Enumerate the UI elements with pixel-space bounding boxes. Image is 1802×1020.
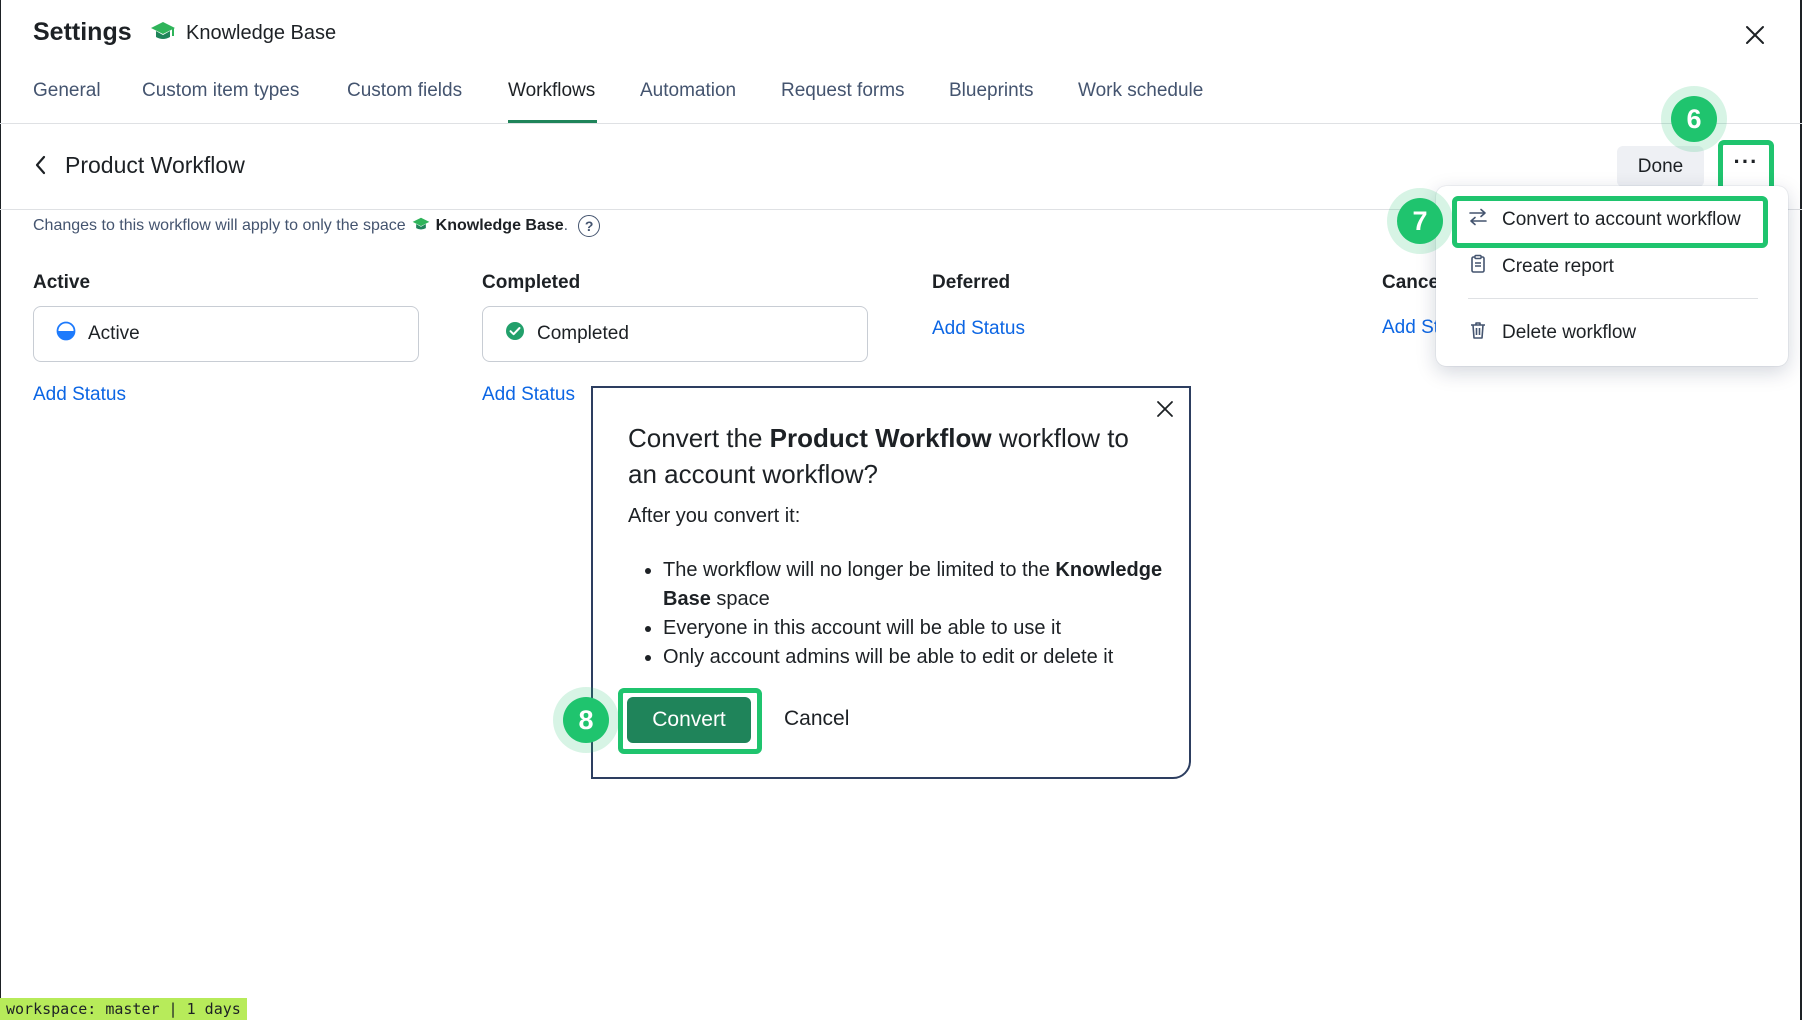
close-icon[interactable] <box>1154 398 1176 420</box>
status-card-active[interactable]: Active <box>33 306 419 362</box>
column-cancelled-clipped: Cance Add St <box>1382 262 1438 342</box>
graduation-cap-icon <box>412 216 430 237</box>
done-button[interactable]: Done <box>1617 146 1704 187</box>
tab-request-forms[interactable]: Request forms <box>781 80 905 102</box>
space-name: Knowledge Base <box>186 22 337 44</box>
tab-bar: General Custom item types Custom fields … <box>0 0 1802 124</box>
menu-divider <box>1468 298 1758 299</box>
step-badge-6: 6 <box>1671 96 1717 142</box>
list-item: The workflow will no longer be limited t… <box>663 556 1163 614</box>
menu-item-label: Create report <box>1502 256 1614 277</box>
chevron-left-icon[interactable] <box>28 150 54 180</box>
step-badge-8: 8 <box>563 697 609 743</box>
tab-automation[interactable]: Automation <box>640 80 736 102</box>
step-badge-7: 7 <box>1397 198 1443 244</box>
tab-custom-item-types[interactable]: Custom item types <box>142 80 299 102</box>
dialog-subtitle: After you convert it: <box>628 505 801 527</box>
column-heading-deferred: Deferred <box>932 272 1011 293</box>
scope-note-prefix: Changes to this workflow will apply to o… <box>33 217 406 234</box>
settings-page: General Custom item types Custom fields … <box>0 0 1802 1020</box>
close-icon[interactable] <box>1740 20 1770 50</box>
status-card-completed[interactable]: Completed <box>482 306 868 362</box>
status-card-label: Active <box>88 323 140 344</box>
trash-icon <box>1468 320 1488 346</box>
add-status-link-active[interactable]: Add Status <box>33 384 126 406</box>
check-circle-icon <box>505 321 525 347</box>
scope-note-space: Knowledge Base <box>435 217 564 234</box>
bullet-text: space <box>710 588 770 610</box>
dialog-consequence-list: The workflow will no longer be limited t… <box>663 556 1163 672</box>
more-options-button[interactable]: ··· <box>1718 140 1774 192</box>
bullet-text: The workflow will no longer be limited t… <box>663 559 1056 581</box>
tab-work-schedule[interactable]: Work schedule <box>1078 80 1203 102</box>
add-status-link-cancelled[interactable]: Add St <box>1382 317 1438 339</box>
scope-note: Changes to this workflow will apply to o… <box>33 215 601 237</box>
menu-item-create-report[interactable]: Create report <box>1468 254 1614 280</box>
column-heading-completed: Completed <box>482 272 581 293</box>
space-chip: Knowledge Base <box>150 20 336 47</box>
workflow-title: Product Workflow <box>65 152 245 178</box>
page-title: Settings <box>33 18 132 46</box>
half-circle-icon <box>56 321 76 347</box>
tab-blueprints[interactable]: Blueprints <box>949 80 1034 102</box>
more-options-label: ··· <box>1733 149 1759 174</box>
tab-general[interactable]: General <box>33 80 101 102</box>
dialog-title-workflow: Product Workflow <box>769 423 992 453</box>
clipboard-icon <box>1468 254 1488 280</box>
workspace-status-bar: workspace: master | 1 days <box>0 998 247 1020</box>
add-status-link-completed[interactable]: Add Status <box>482 384 575 406</box>
menu-item-label: Delete workflow <box>1502 322 1637 343</box>
scope-note-suffix: . <box>563 217 569 234</box>
tab-workflows[interactable]: Workflows <box>508 80 595 102</box>
column-heading-active: Active <box>33 272 91 293</box>
active-tab-indicator <box>508 120 597 123</box>
convert-button[interactable]: Convert <box>627 697 751 743</box>
dialog-title: Convert the Product Workflow workflow to… <box>628 420 1158 492</box>
help-icon[interactable]: ? <box>578 215 601 237</box>
convert-menu-item-highlight <box>1452 196 1768 248</box>
add-status-link-deferred[interactable]: Add Status <box>932 318 1025 340</box>
cancel-button[interactable]: Cancel <box>784 707 849 731</box>
dialog-title-prefix: Convert the <box>628 423 770 453</box>
tab-custom-fields[interactable]: Custom fields <box>347 80 462 102</box>
graduation-cap-icon <box>150 20 176 47</box>
list-item: Everyone in this account will be able to… <box>663 614 1163 643</box>
column-heading-cancelled: Cance <box>1382 272 1438 293</box>
list-item: Only account admins will be able to edit… <box>663 643 1163 672</box>
menu-item-delete-workflow[interactable]: Delete workflow <box>1468 320 1636 346</box>
status-card-label: Completed <box>537 323 629 344</box>
